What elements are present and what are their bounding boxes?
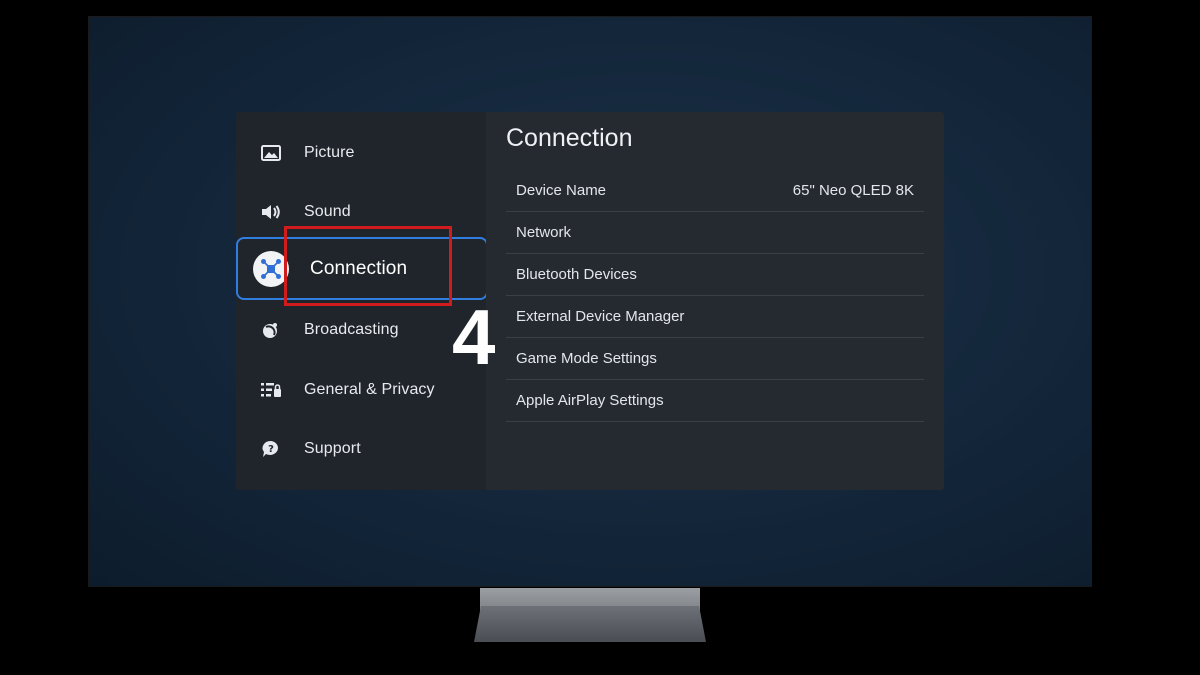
menu-item-external-device-manager[interactable]: External Device Manager (506, 296, 924, 338)
menu-item-game-mode-settings[interactable]: Game Mode Settings (506, 338, 924, 380)
sidebar-item-picture[interactable]: Picture (236, 123, 486, 182)
menu-item-apple-airplay-settings[interactable]: Apple AirPlay Settings (506, 380, 924, 422)
picture-icon (258, 140, 284, 166)
speaker-icon (258, 199, 284, 225)
menu-item-label: Apple AirPlay Settings (516, 392, 664, 409)
sidebar-item-label: Sound (304, 202, 351, 220)
annotation-step-number: 4 (452, 293, 496, 381)
connection-content: Connection Device Name 65" Neo QLED 8K N… (486, 112, 944, 490)
menu-item-network[interactable]: Network (506, 212, 924, 254)
general-privacy-icon (258, 377, 284, 403)
sidebar-item-general-privacy[interactable]: General & Privacy (236, 360, 486, 419)
menu-item-label: Device Name (516, 182, 607, 199)
svg-text:?: ? (268, 444, 274, 455)
tv-stand-base (474, 606, 706, 642)
menu-item-label: Bluetooth Devices (516, 266, 637, 283)
device-name-value: 65" Neo QLED 8K (792, 182, 914, 199)
annotation-highlight-box (284, 226, 452, 306)
sidebar-item-label: Support (304, 439, 361, 457)
menu-item-bluetooth-devices[interactable]: Bluetooth Devices (506, 254, 924, 296)
sidebar-item-label: Broadcasting (304, 320, 399, 338)
connection-menu-list: Device Name 65" Neo QLED 8K Network Blue… (506, 170, 924, 422)
help-bubble-icon: ? (258, 436, 284, 462)
sidebar-item-broadcasting[interactable]: Broadcasting (236, 300, 486, 359)
sidebar-item-label: General & Privacy (304, 380, 435, 398)
sidebar-item-label: Picture (304, 143, 355, 161)
satellite-dish-icon (258, 317, 284, 343)
menu-item-label: Game Mode Settings (516, 350, 657, 367)
page-title: Connection (506, 124, 633, 152)
sidebar-item-support[interactable]: ? Support (236, 419, 486, 478)
menu-item-label: Network (516, 224, 572, 241)
menu-item-label: External Device Manager (516, 308, 685, 325)
menu-item-device-name[interactable]: Device Name 65" Neo QLED 8K (506, 170, 924, 212)
